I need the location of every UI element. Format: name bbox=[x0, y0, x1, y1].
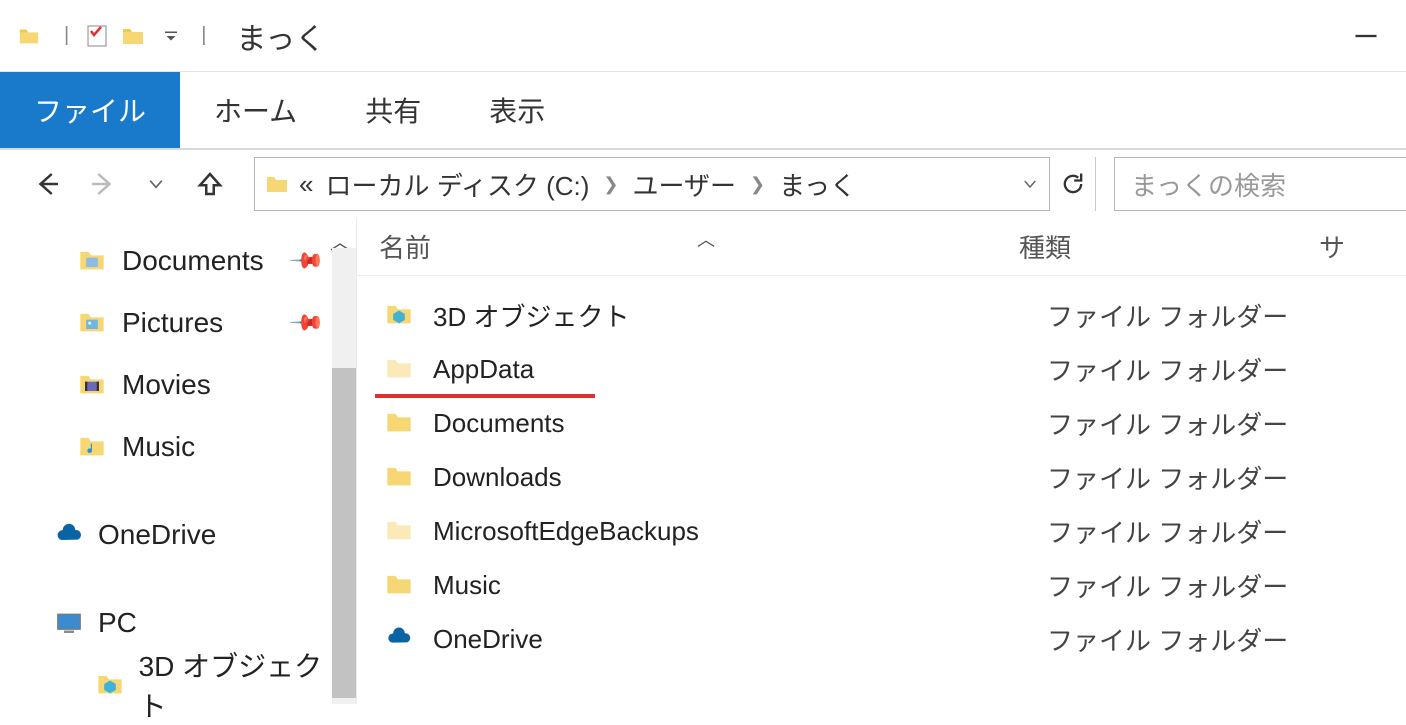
sidebar-item-label: Documents bbox=[122, 245, 264, 277]
pin-icon: 📌 bbox=[287, 242, 325, 280]
qat-properties-icon[interactable] bbox=[85, 24, 109, 48]
file-name: OneDrive bbox=[433, 624, 1047, 655]
navigation-row: « ローカル ディスク (C:) ❯ ユーザー ❯ まっく まっくの検索 bbox=[0, 150, 1406, 218]
3d-objects-folder-icon bbox=[385, 300, 415, 330]
sidebar-item-music[interactable]: Music bbox=[0, 416, 340, 478]
folder-icon bbox=[385, 516, 415, 546]
breadcrumb-bar[interactable]: « ローカル ディスク (C:) ❯ ユーザー ❯ まっく bbox=[254, 157, 1050, 211]
titlebar: | | まっく bbox=[0, 0, 1406, 72]
breadcrumb-part-2[interactable]: まっく bbox=[779, 166, 856, 203]
documents-library-icon bbox=[78, 246, 108, 276]
file-row-microsoftedgebackups[interactable]: MicrosoftEdgeBackups ファイル フォルダー bbox=[357, 504, 1406, 558]
file-row-music[interactable]: Music ファイル フォルダー bbox=[357, 558, 1406, 612]
breadcrumb-prefix: « bbox=[299, 169, 313, 200]
file-type: ファイル フォルダー bbox=[1047, 405, 1347, 442]
sidebar: ︿ Documents 📌 Pictures 📌 bbox=[0, 218, 356, 704]
tab-file[interactable]: ファイル bbox=[0, 72, 180, 148]
tab-share[interactable]: 共有 bbox=[331, 72, 455, 148]
pin-icon: 📌 bbox=[287, 304, 325, 342]
sidebar-item-label: Pictures bbox=[122, 307, 223, 339]
window-title: まっく bbox=[236, 14, 325, 58]
onedrive-icon bbox=[385, 624, 415, 654]
ribbon-tabs: ファイル ホーム 共有 表示 bbox=[0, 72, 1406, 150]
3d-objects-folder-icon bbox=[96, 670, 125, 700]
sidebar-item-movies[interactable]: Movies bbox=[0, 354, 340, 416]
main-area: ︿ Documents 📌 Pictures 📌 bbox=[0, 218, 1406, 704]
tab-view[interactable]: 表示 bbox=[455, 72, 579, 148]
file-name: Music bbox=[433, 570, 1047, 601]
sidebar-item-label: Music bbox=[122, 431, 195, 463]
file-name: Downloads bbox=[433, 462, 1047, 493]
sidebar-item-3d-objects[interactable]: 3D オブジェクト bbox=[0, 654, 340, 716]
onedrive-icon bbox=[54, 520, 84, 550]
window-folder-icon bbox=[18, 25, 40, 47]
column-sort-indicator-icon: ︿ bbox=[697, 226, 715, 252]
sidebar-item-label: 3D オブジェクト bbox=[139, 645, 340, 725]
file-type: ファイル フォルダー bbox=[1047, 297, 1347, 334]
chevron-right-icon[interactable]: ❯ bbox=[603, 174, 618, 195]
folder-icon bbox=[385, 570, 415, 600]
sidebar-scrollbar-thumb[interactable] bbox=[332, 368, 356, 698]
file-row-appdata[interactable]: AppData ファイル フォルダー bbox=[357, 342, 1406, 396]
breadcrumb-part-0[interactable]: ローカル ディスク (C:) bbox=[325, 166, 589, 203]
file-type: ファイル フォルダー bbox=[1047, 621, 1347, 658]
qat-newfolder-icon[interactable] bbox=[121, 24, 145, 48]
sidebar-item-documents[interactable]: Documents 📌 bbox=[0, 230, 340, 292]
sidebar-item-label: Movies bbox=[122, 369, 211, 401]
up-button[interactable] bbox=[190, 164, 230, 204]
minimize-button[interactable] bbox=[1336, 16, 1396, 56]
pc-icon bbox=[54, 608, 84, 638]
titlebar-separator: | bbox=[64, 24, 69, 47]
qat-customize-dropdown[interactable] bbox=[159, 24, 183, 48]
forward-button[interactable] bbox=[82, 164, 122, 204]
file-type: ファイル フォルダー bbox=[1047, 459, 1347, 496]
titlebar-separator-2: | bbox=[201, 24, 206, 47]
tab-home[interactable]: ホーム bbox=[180, 72, 331, 148]
folder-icon bbox=[385, 354, 415, 384]
breadcrumb-part-1[interactable]: ユーザー bbox=[633, 166, 736, 203]
file-row-3d-objects[interactable]: 3D オブジェクト ファイル フォルダー bbox=[357, 288, 1406, 342]
sidebar-item-pictures[interactable]: Pictures 📌 bbox=[0, 292, 340, 354]
file-name: 3D オブジェクト bbox=[433, 297, 1047, 334]
breadcrumb-dropdown[interactable] bbox=[1021, 175, 1039, 193]
file-list-panel: ︿ 名前 種類 サ 3D オブジェクト ファイル フォルダー AppData フ… bbox=[356, 218, 1406, 704]
movies-library-icon bbox=[78, 370, 108, 400]
sidebar-item-label: OneDrive bbox=[98, 519, 216, 551]
refresh-button[interactable] bbox=[1050, 157, 1096, 211]
file-name: MicrosoftEdgeBackups bbox=[433, 516, 1047, 547]
search-input[interactable]: まっくの検索 bbox=[1114, 157, 1406, 211]
file-type: ファイル フォルダー bbox=[1047, 513, 1347, 550]
file-list: 3D オブジェクト ファイル フォルダー AppData ファイル フォルダー … bbox=[357, 276, 1406, 666]
file-row-downloads[interactable]: Downloads ファイル フォルダー bbox=[357, 450, 1406, 504]
music-library-icon bbox=[78, 432, 108, 462]
back-button[interactable] bbox=[28, 164, 68, 204]
sidebar-item-onedrive[interactable]: OneDrive bbox=[0, 504, 340, 566]
sidebar-item-label: PC bbox=[98, 607, 137, 639]
file-name: AppData bbox=[433, 354, 1047, 385]
file-row-documents[interactable]: Documents ファイル フォルダー bbox=[357, 396, 1406, 450]
folder-icon bbox=[385, 462, 415, 492]
column-header-type[interactable]: 種類 bbox=[1019, 228, 1319, 265]
file-name: Documents bbox=[433, 408, 1047, 439]
column-header-partial[interactable]: サ bbox=[1319, 228, 1345, 265]
chevron-right-icon[interactable]: ❯ bbox=[750, 174, 765, 195]
breadcrumb-folder-icon bbox=[265, 172, 289, 196]
file-type: ファイル フォルダー bbox=[1047, 567, 1347, 604]
file-type: ファイル フォルダー bbox=[1047, 351, 1347, 388]
column-headers: 名前 種類 サ bbox=[357, 218, 1406, 276]
recent-dropdown[interactable] bbox=[136, 164, 176, 204]
pictures-library-icon bbox=[78, 308, 108, 338]
file-row-onedrive[interactable]: OneDrive ファイル フォルダー bbox=[357, 612, 1406, 666]
folder-icon bbox=[385, 408, 415, 438]
search-placeholder: まっくの検索 bbox=[1131, 166, 1286, 203]
